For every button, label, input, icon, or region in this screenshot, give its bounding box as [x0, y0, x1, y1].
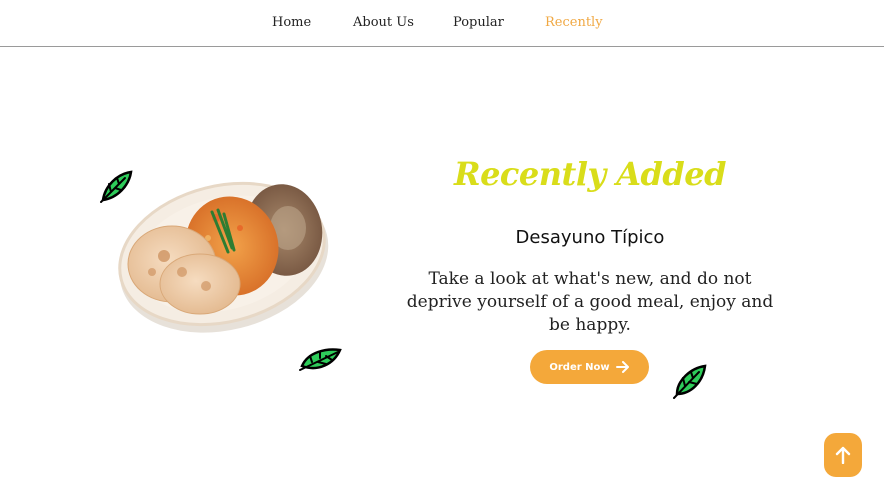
- leaf-icon: [99, 168, 135, 208]
- leaf-icon: [671, 362, 709, 404]
- order-now-button[interactable]: Order Now: [530, 350, 649, 384]
- leaf-icon: [298, 344, 344, 378]
- nav-recently[interactable]: Recently: [545, 15, 603, 30]
- scroll-to-top-button[interactable]: [824, 433, 862, 477]
- nav-about-us[interactable]: About Us: [353, 15, 414, 30]
- dish-description: Take a look at what's new, and do not de…: [406, 269, 774, 335]
- nav-home[interactable]: Home: [272, 15, 311, 30]
- top-navigation: Home About Us Popular Recently: [0, 0, 884, 47]
- arrow-up-icon: [835, 446, 851, 464]
- section-title: Recently Added: [453, 154, 727, 193]
- arrow-right-icon: [615, 361, 629, 373]
- nav-popular[interactable]: Popular: [453, 15, 504, 30]
- order-now-label: Order Now: [549, 361, 610, 373]
- dish-image: [112, 168, 334, 342]
- dish-name: Desayuno Típico: [515, 227, 665, 248]
